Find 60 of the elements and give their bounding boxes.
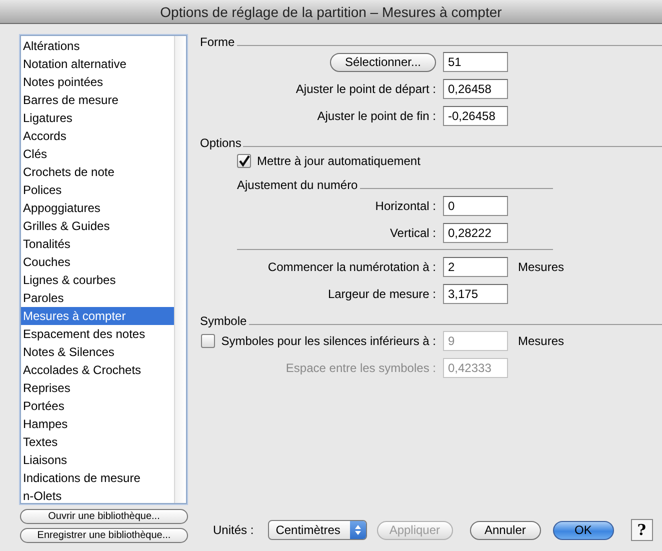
units-label: Unités :: [213, 523, 254, 537]
sidebar-item[interactable]: Mesures à compter: [21, 307, 174, 325]
library-button[interactable]: Ouvrir une bibliothèque...: [20, 509, 188, 524]
sidebar-item[interactable]: Appoggiatures: [21, 199, 174, 217]
sidebar-item[interactable]: Barres de mesure: [21, 91, 174, 109]
sidebar-item[interactable]: Ligatures: [21, 109, 174, 127]
input-field[interactable]: 51: [443, 52, 508, 72]
field-label: Vertical :: [390, 226, 436, 240]
unit-label: Mesures: [518, 260, 564, 274]
input-field[interactable]: 0: [443, 196, 508, 216]
sidebar-item[interactable]: Lignes & courbes: [21, 271, 174, 289]
sidebar-item[interactable]: Notes pointées: [21, 73, 174, 91]
sidebar-item[interactable]: Hampes: [21, 415, 174, 433]
sidebar-item[interactable]: Couches: [21, 253, 174, 271]
sidebar-item[interactable]: Clés: [21, 145, 174, 163]
units-dropdown[interactable]: Centimètres: [268, 520, 367, 540]
sidebar-item[interactable]: Notation alternative: [21, 55, 174, 73]
cancel-button[interactable]: Annuler: [470, 520, 541, 540]
field-label: Horizontal :: [375, 199, 436, 213]
checkbox-label: Mettre à jour automatiquement: [257, 154, 420, 168]
input-field[interactable]: 0,26458: [443, 79, 508, 99]
field-label: Ajuster le point de fin :: [317, 109, 436, 123]
field-label: Largeur de mesure :: [328, 287, 436, 301]
sidebar-item[interactable]: n-Olets: [21, 487, 174, 505]
sidebar-item[interactable]: Accolades & Crochets: [21, 361, 174, 379]
section-heading: Options: [200, 136, 242, 150]
checkbox-label: Symboles pour les silences inférieurs à :: [221, 334, 436, 348]
group-heading: Ajustement du numéro: [237, 178, 358, 192]
input-field[interactable]: 3,175: [443, 284, 508, 304]
field-label: Ajuster le point de départ :: [296, 82, 436, 96]
sidebar-item[interactable]: Indications de mesure: [21, 469, 174, 487]
checkbox[interactable]: [237, 154, 251, 168]
sidebar-item[interactable]: Liaisons: [21, 451, 174, 469]
select-button[interactable]: Sélectionner...: [330, 52, 436, 72]
sidebar-item[interactable]: Paroles: [21, 289, 174, 307]
sidebar-item[interactable]: Accords: [21, 127, 174, 145]
ok-button[interactable]: OK: [552, 520, 614, 540]
sidebar-item[interactable]: Reprises: [21, 379, 174, 397]
sidebar-item[interactable]: Notes & Silences: [21, 343, 174, 361]
scrollbar[interactable]: [174, 36, 186, 503]
sidebar-item[interactable]: Altérations: [21, 37, 174, 55]
input-field[interactable]: -0,26458: [443, 106, 508, 126]
section-heading: Symbole: [200, 314, 247, 328]
sidebar-item[interactable]: Tonalités: [21, 235, 174, 253]
section-heading: Forme: [200, 35, 235, 49]
help-button[interactable]: ?: [630, 519, 653, 541]
input-field[interactable]: 0,28222: [443, 223, 508, 243]
window-title: Options de réglage de la partition – Mesures à compter: [160, 4, 502, 20]
field-label: Commencer la numérotation à :: [268, 260, 436, 274]
sidebar-item[interactable]: Polices: [21, 181, 174, 199]
stepper-arrows-icon: [350, 521, 366, 539]
sidebar-item[interactable]: Textes: [21, 433, 174, 451]
field-label: Espace entre les symboles :: [286, 361, 436, 375]
input-field[interactable]: 2: [443, 257, 508, 277]
sidebar-item[interactable]: Espacement des notes: [21, 325, 174, 343]
sidebar-item[interactable]: Grilles & Guides: [21, 217, 174, 235]
sidebar-item[interactable]: Crochets de note: [21, 163, 174, 181]
library-button[interactable]: Enregistrer une bibliothèque...: [20, 528, 188, 543]
unit-label: Mesures: [518, 334, 564, 348]
sidebar-item[interactable]: Portées: [21, 397, 174, 415]
